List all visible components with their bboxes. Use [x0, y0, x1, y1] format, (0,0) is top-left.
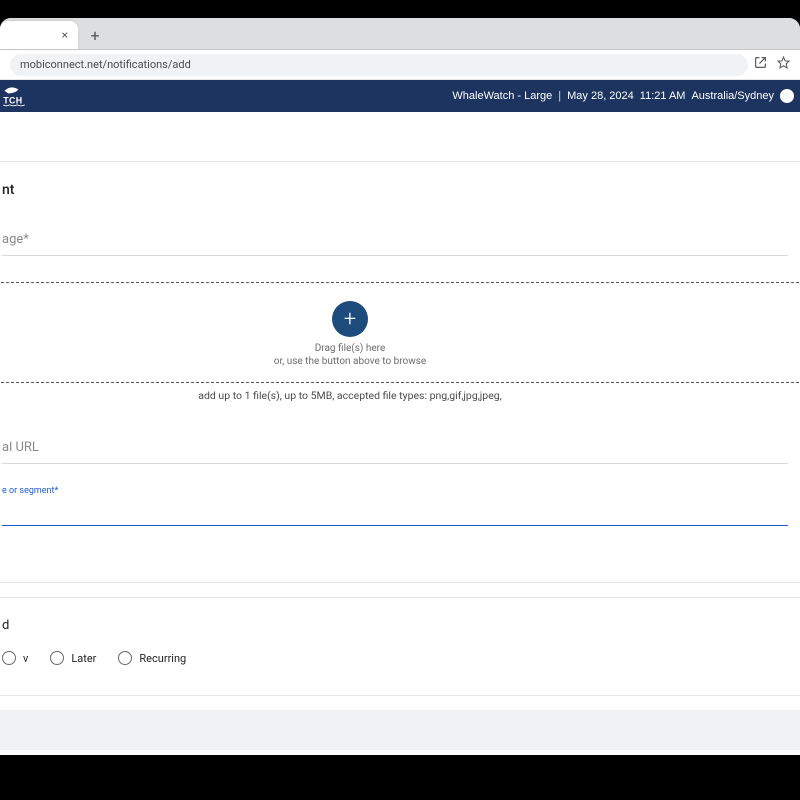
radio-recurring-label: Recurring	[139, 652, 186, 665]
content-heading: nt	[2, 182, 788, 198]
header-date: May 28, 2024	[567, 90, 634, 102]
radio-icon	[2, 651, 16, 665]
upload-area: + Drag file(s) here or, use the button a…	[0, 282, 788, 402]
upload-plus-button[interactable]: +	[332, 301, 368, 337]
radio-recurring[interactable]: Recurring	[118, 651, 186, 665]
upload-dropzone[interactable]: + Drag file(s) here or, use the button a…	[0, 282, 800, 383]
external-url-field[interactable]: al URL	[2, 428, 788, 464]
logo[interactable]: TCH	[0, 83, 40, 109]
browser-window: × + mobiconnect.net/notifications/add TC…	[0, 18, 800, 755]
header-status: WhaleWatch - Large | May 28, 2024 11:21 …	[452, 89, 794, 103]
send-card: d v Later Recurring	[0, 597, 800, 696]
app-header: TCH WhaleWatch - Large | May 28, 2024 11…	[0, 80, 800, 112]
message-field[interactable]: age*	[2, 220, 788, 256]
radio-later[interactable]: Later	[50, 651, 96, 665]
svg-text:TCH: TCH	[3, 96, 22, 106]
send-schedule-radio-group: v Later Recurring	[2, 651, 788, 665]
radio-now[interactable]: v	[2, 651, 28, 665]
content-card: nt age* + Drag file(s) here or, use the …	[0, 161, 800, 583]
audience-field[interactable]: e or segment*	[2, 490, 788, 526]
send-heading: d	[2, 618, 788, 633]
header-tz: Australia/Sydney	[691, 90, 774, 102]
radio-icon	[118, 651, 132, 665]
footer-strip	[0, 710, 800, 750]
radio-now-label: v	[23, 652, 28, 665]
header-sep: |	[558, 90, 561, 102]
browser-tab[interactable]: ×	[0, 21, 78, 49]
header-org: WhaleWatch - Large	[452, 90, 552, 102]
message-label: age*	[2, 232, 29, 247]
radio-icon	[50, 651, 64, 665]
page-viewport: ons nt age* + Drag file(s) here or, use …	[0, 112, 800, 755]
url-text: mobiconnect.net/notifications/add	[20, 58, 191, 71]
external-url-label: al URL	[2, 440, 39, 455]
upload-hint: add up to 1 file(s), up to 5MB, accepted…	[0, 389, 788, 402]
url-field[interactable]: mobiconnect.net/notifications/add	[10, 54, 748, 76]
star-icon[interactable]	[777, 56, 790, 73]
browser-address-bar: mobiconnect.net/notifications/add	[0, 50, 800, 80]
open-external-icon[interactable]	[754, 56, 767, 73]
radio-later-label: Later	[71, 652, 96, 665]
avatar[interactable]	[780, 89, 794, 103]
new-tab-button[interactable]: +	[84, 24, 106, 46]
upload-line1: Drag file(s) here	[0, 343, 800, 356]
page-title: ons	[0, 112, 800, 161]
header-time: 11:21 AM	[640, 90, 686, 102]
browser-tabstrip: × +	[0, 18, 800, 50]
audience-label: e or segment*	[2, 486, 58, 496]
close-icon[interactable]: ×	[62, 28, 68, 42]
upload-line2: or, use the button above to browse	[0, 356, 800, 369]
